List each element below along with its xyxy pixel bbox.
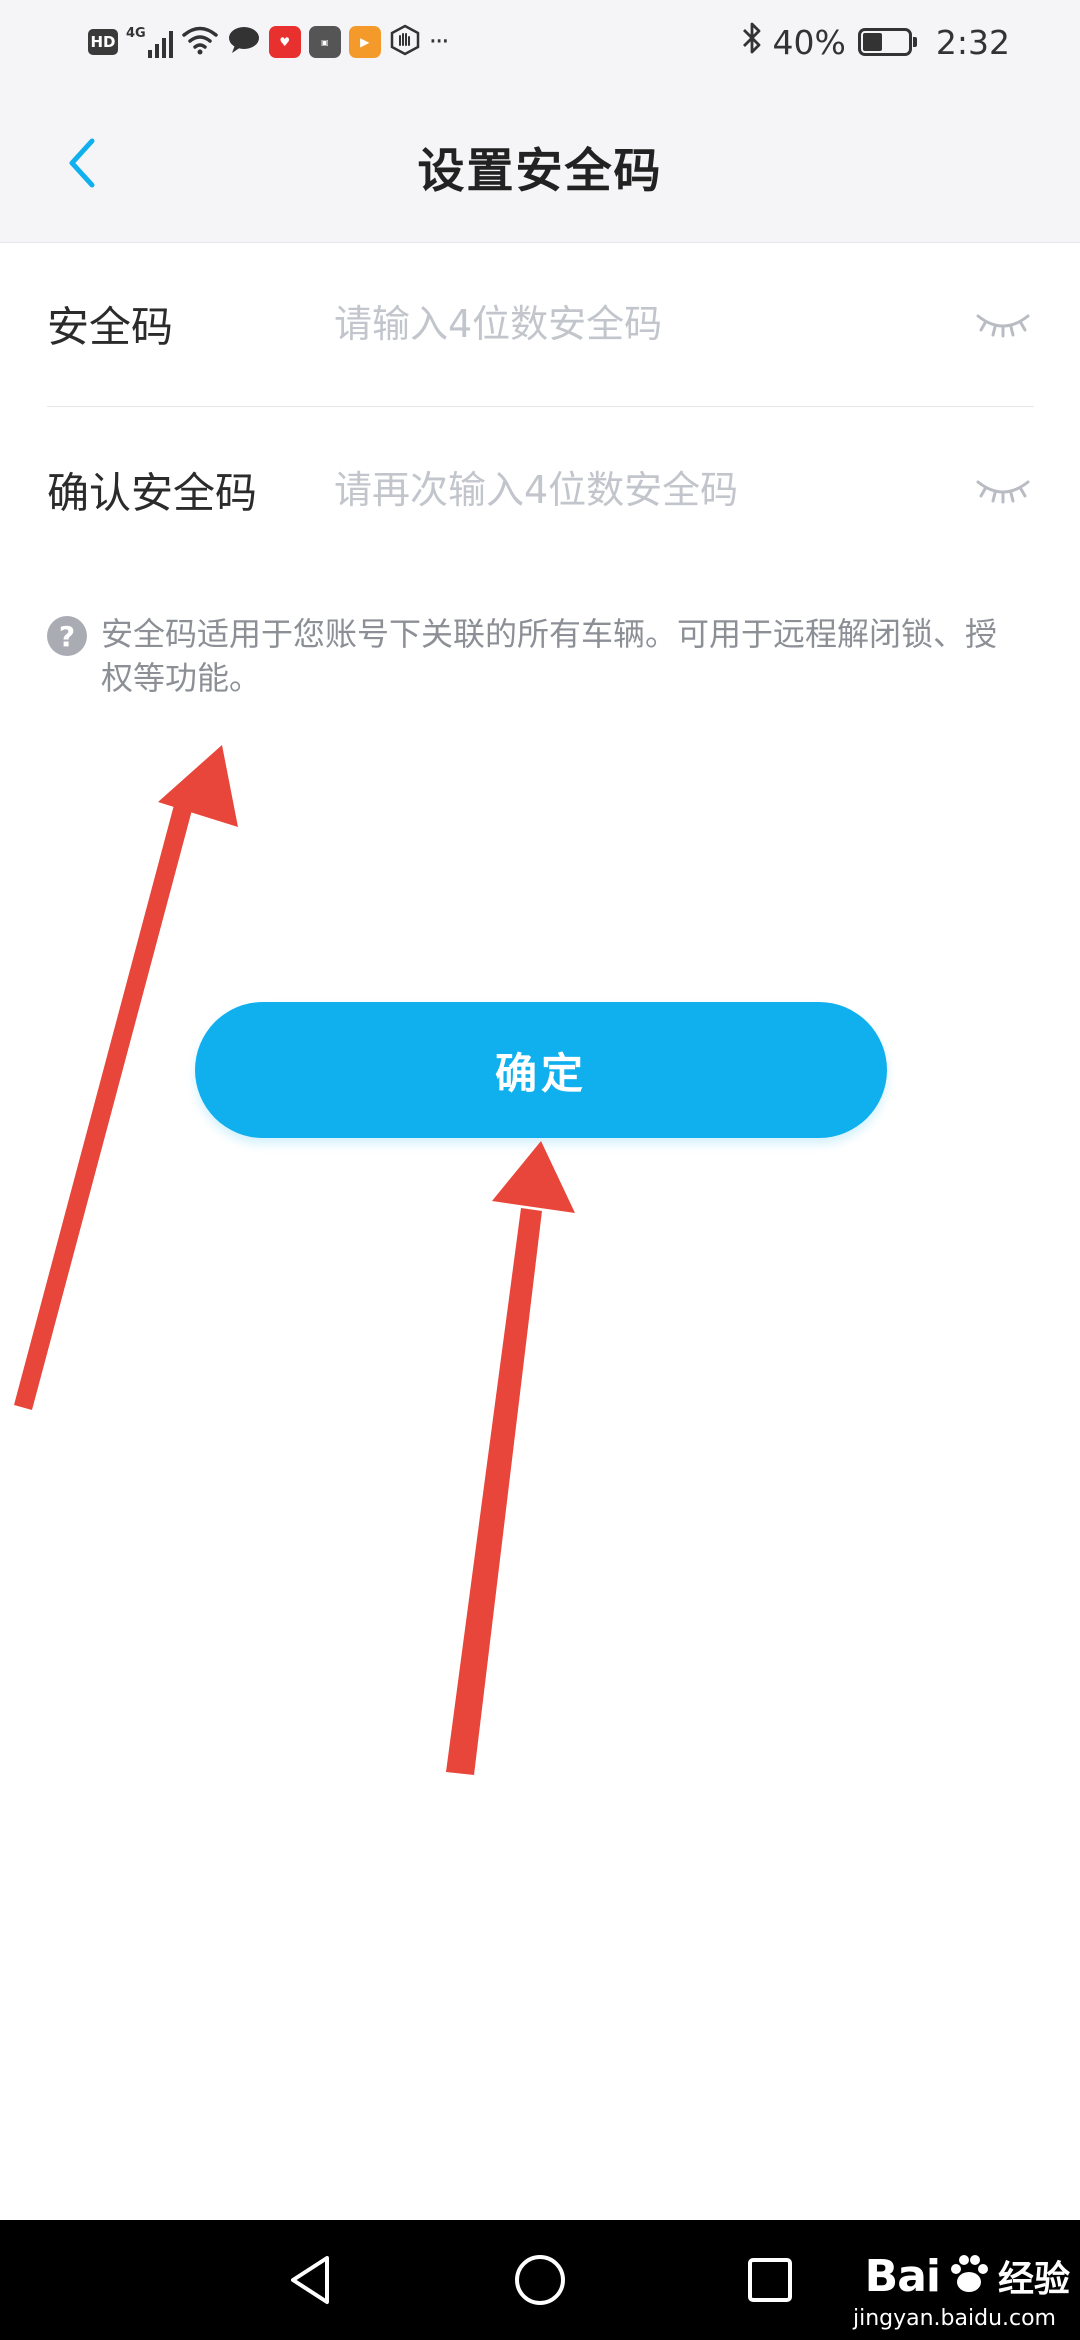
question-icon: ? bbox=[47, 616, 87, 656]
status-right: 40% 2:32 bbox=[741, 16, 1010, 68]
hand-icon bbox=[389, 24, 421, 60]
network-type: 4G bbox=[126, 26, 146, 41]
signal-icon: 4G bbox=[126, 26, 173, 58]
triangle-back-icon bbox=[291, 2256, 329, 2304]
security-code-input[interactable] bbox=[334, 289, 954, 359]
watermark-brand: Bai bbox=[864, 2250, 941, 2302]
clock: 2:32 bbox=[935, 22, 1010, 62]
nav-home-button[interactable] bbox=[505, 2248, 575, 2312]
square-recent-icon bbox=[748, 2258, 792, 2302]
battery-icon bbox=[857, 28, 917, 56]
confirm-code-row: 确认安全码 bbox=[47, 408, 1034, 572]
hd-badge: HD bbox=[88, 29, 118, 55]
hint: ? 安全码适用于您账号下关联的所有车辆。可用于远程解闭锁、授权等功能。 bbox=[47, 612, 1007, 700]
paw-icon bbox=[946, 2251, 992, 2301]
bluetooth-icon bbox=[741, 21, 763, 63]
nav-back-button[interactable] bbox=[275, 2248, 345, 2312]
header: 设置安全码 bbox=[0, 84, 1080, 242]
status-bar: HD 4G ♥ ▣ ▶ ··· 40% 2:32 bbox=[0, 0, 1080, 84]
circle-home-icon bbox=[515, 2255, 565, 2305]
wifi-icon bbox=[181, 25, 219, 59]
hint-text: 安全码适用于您账号下关联的所有车辆。可用于远程解闭锁、授权等功能。 bbox=[101, 615, 998, 697]
message-icon bbox=[227, 25, 261, 59]
eye-closed-icon[interactable] bbox=[972, 304, 1034, 344]
nav-recent-button[interactable] bbox=[735, 2248, 805, 2312]
battery-percent: 40% bbox=[772, 22, 846, 62]
page-title: 设置安全码 bbox=[417, 144, 663, 199]
security-code-row: 安全码 bbox=[47, 242, 1034, 407]
app-heart-icon: ♥ bbox=[268, 26, 301, 58]
confirm-button[interactable]: 确定 bbox=[195, 1002, 887, 1138]
watermark-url: jingyan.baidu.com bbox=[852, 2306, 1056, 2331]
status-left-icons: HD 4G ♥ ▣ ▶ ··· bbox=[88, 20, 450, 64]
confirm-code-input[interactable] bbox=[334, 455, 954, 525]
eye-closed-icon[interactable] bbox=[972, 470, 1034, 510]
confirm-code-label: 确认安全码 bbox=[47, 468, 258, 518]
watermark-cn: 经验 bbox=[997, 2259, 1070, 2300]
huawei-store-icon: ▣ bbox=[308, 26, 341, 58]
more-notifications: ··· bbox=[428, 27, 450, 57]
video-play-icon: ▶ bbox=[348, 26, 381, 58]
arrow-to-button bbox=[446, 1141, 575, 1775]
security-code-label: 安全码 bbox=[47, 302, 174, 352]
